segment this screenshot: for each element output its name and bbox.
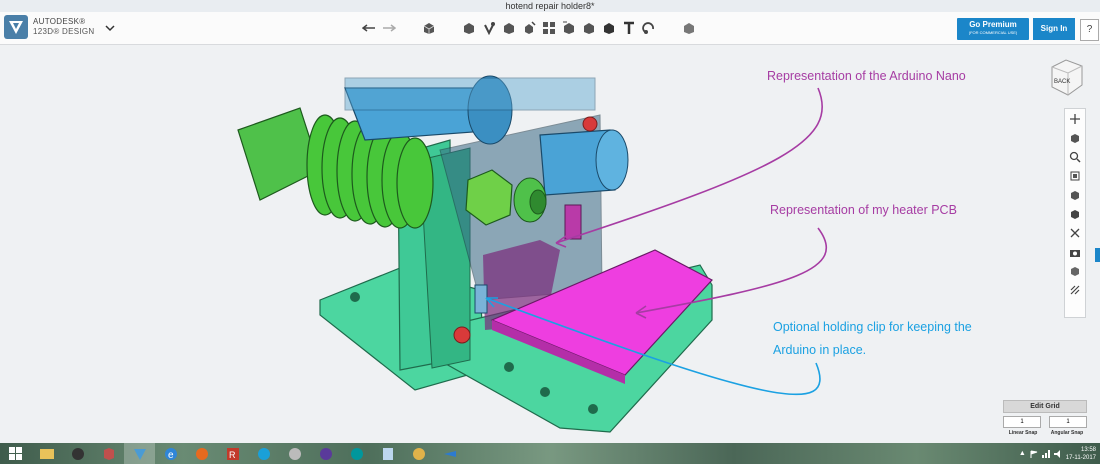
network-icon[interactable] [1041,445,1050,463]
mount-hole [588,404,598,414]
clip-annotation-line2: Arduino in place. [773,343,867,357]
clock-time: 13:58 [1080,446,1096,453]
modify-icon[interactable] [500,19,518,37]
go-premium-button[interactable]: Go Premium (FOR COMMERCIAL USE) [957,18,1029,40]
app-icon-2[interactable] [93,443,124,464]
model-render [237,75,828,433]
g-app-icon[interactable] [279,443,310,464]
mount-hole [350,292,360,302]
firefox-icon[interactable] [186,443,217,464]
materials-view-icon[interactable] [1065,261,1085,280]
navigation-bar [1064,108,1086,318]
svg-text:R: R [229,450,236,460]
redo-icon[interactable] [380,19,398,37]
main-toolbar: AUTODESK® 123D® DESIGN Go Premium (FOR C… [0,12,1100,45]
side-panel-tab[interactable] [1095,248,1100,262]
edit-grid-panel: Edit Grid 1 1 Linear Snap Angular Snap [1003,400,1087,440]
undo-icon[interactable] [360,19,378,37]
mount-hole [504,362,514,372]
material-icon[interactable] [680,19,698,37]
edit-grid-button[interactable]: Edit Grid [1003,400,1087,413]
file-explorer-icon[interactable] [31,443,62,464]
linear-snap-input[interactable]: 1 [1003,416,1041,428]
grid-toggle-icon[interactable] [1065,280,1085,299]
flag-icon[interactable] [1030,445,1038,463]
angular-snap-label: Angular Snap [1050,430,1084,436]
app-icon[interactable] [62,443,93,464]
r-app-icon[interactable]: R [217,443,248,464]
fitting-hole [529,189,547,215]
sketch-icon[interactable] [460,19,478,37]
orbit-icon[interactable] [1065,128,1085,147]
hide-sketch-icon[interactable] [1065,223,1085,242]
arduino-annotation: Representation of the Arduino Nano [767,69,966,83]
camera-icon[interactable] [1065,242,1085,261]
brand-123d-design: 123D® DESIGN [33,27,95,36]
perspective-icon[interactable] [1065,185,1085,204]
angular-snap-input[interactable]: 1 [1049,416,1087,428]
toolbar-icons [360,18,698,38]
taskbar-apps: e R [0,443,465,464]
mount-hole [540,387,550,397]
windows-taskbar: e R ▲ 13:58 17-11-2017 [0,443,1100,464]
c-app-icon[interactable] [248,443,279,464]
chevron-down-icon[interactable] [104,21,116,33]
heater-annotation: Representation of my heater PCB [770,203,957,217]
clip-annotation-line1: Optional holding clip for keeping the [773,320,972,334]
go-premium-sublabel: (FOR COMMERCIAL USE) [968,30,1018,35]
translucent-top [344,77,596,111]
internet-explorer-icon[interactable]: e [155,443,186,464]
brand-autodesk: AUTODESK® [33,17,86,26]
help-button[interactable]: ? [1080,19,1099,41]
pan-icon[interactable] [1065,109,1085,128]
taskbar-clock[interactable]: 13:58 17-11-2017 [1066,446,1096,462]
system-tray: ▲ 13:58 17-11-2017 [1019,443,1096,464]
svg-text:e: e [168,450,174,461]
chevron-up-icon[interactable]: ▲ [1019,450,1026,457]
viewcube-face-label: BACK [1054,79,1070,85]
p-app-icon[interactable] [310,443,341,464]
fit-view-icon[interactable] [1065,166,1085,185]
notepad-icon[interactable] [372,443,403,464]
red-bolt [453,326,471,344]
arduino-icon[interactable] [341,443,372,464]
ortho-icon[interactable] [1065,204,1085,223]
autodesk-123d-icon[interactable] [124,443,155,464]
linear-snap-label: Linear Snap [1008,430,1038,436]
text-icon[interactable] [620,19,638,37]
pattern-icon[interactable] [520,19,538,37]
volume-icon[interactable] [1053,445,1062,463]
solid-icon[interactable] [600,19,618,37]
viewport-canvas[interactable]: Representation of the Arduino Nano Repre… [0,45,1100,443]
snap-icon[interactable] [640,19,658,37]
go-premium-label: Go Premium [969,20,1017,29]
arduino-nano-part [564,204,582,240]
construct-icon[interactable] [480,19,498,37]
app-logo-icon[interactable] [4,15,28,39]
window-title: hotend repair holder8* [505,1,595,11]
nozzle-end [595,129,629,191]
sign-in-button[interactable]: Sign In [1033,18,1075,40]
primitives-icon[interactable] [420,19,438,37]
grouping-icon[interactable] [540,19,558,37]
combine-icon[interactable] [560,19,578,37]
paint-icon[interactable] [403,443,434,464]
windows-start-icon[interactable] [0,443,31,464]
view-cube[interactable]: BACK [1044,57,1088,99]
holding-clip [474,284,488,314]
clock-date: 17-11-2017 [1065,454,1096,461]
measure-icon[interactable] [580,19,598,37]
zoom-icon[interactable] [1065,147,1085,166]
red-bolt [582,116,598,132]
app-icon-3[interactable] [434,443,465,464]
